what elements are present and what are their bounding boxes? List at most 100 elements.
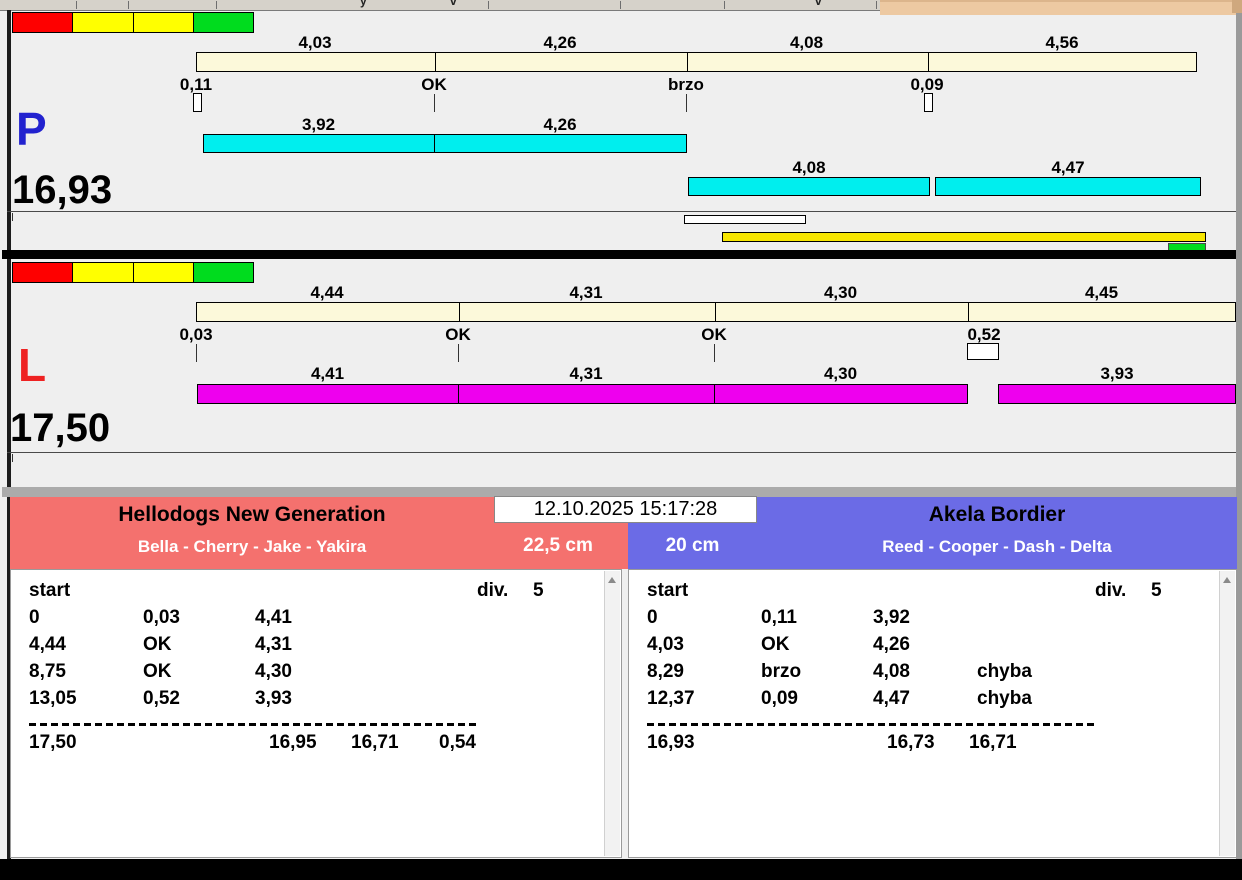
fault-gap-box — [924, 93, 933, 112]
toolbar-divider — [724, 1, 725, 9]
gap-value: 0,09 — [761, 688, 798, 709]
start-label: start — [647, 580, 689, 601]
run-time: 4,08 — [873, 661, 910, 682]
run-time-label: 4,26 — [543, 115, 577, 134]
table-separator — [647, 723, 1095, 726]
table-totals-row: 16,93 16,73 16,71 — [639, 732, 1216, 759]
split-divider — [928, 53, 929, 71]
best-time: 16,71 — [351, 732, 399, 753]
run-time-label: 3,92 — [301, 115, 336, 134]
lane-p-baseline — [7, 211, 1236, 212]
split-time-label: 4,44 — [310, 283, 344, 302]
run-time-label: 4,31 — [569, 364, 603, 383]
gap-value: 0,52 — [143, 688, 180, 709]
run-time: 4,31 — [255, 634, 292, 655]
table-row: 12,37 0,09 4,47 chyba — [639, 688, 1216, 715]
team-left-results-area[interactable]: start div. 5 0 0,03 4,41 4,44 OK 4,31 8,… — [10, 569, 622, 858]
scrollbar[interactable] — [604, 571, 620, 856]
crossing-time: 8,29 — [647, 661, 684, 682]
lane-l-baseline — [7, 452, 1236, 453]
split-time-label: 4,45 — [1084, 283, 1119, 302]
gap-value: brzo — [761, 661, 802, 682]
division-value: 5 — [533, 580, 544, 601]
team-right-height: 20 cm — [665, 535, 720, 556]
rerun-yellow-bar — [722, 232, 1206, 242]
lane-l-run-bar — [998, 384, 1236, 404]
lane-divider — [2, 250, 1236, 259]
crossing-time: 8,75 — [29, 661, 66, 682]
lane-p-split-bar — [196, 52, 1197, 72]
team-left-dogs: Bella - Cherry - Jake - Yakira — [137, 537, 367, 556]
split-divider — [715, 303, 716, 321]
traffic-yellow — [133, 263, 194, 282]
lane-l-letter: L — [18, 339, 47, 391]
scroll-up-icon[interactable] — [1221, 573, 1233, 587]
gap-value: 0,11 — [761, 607, 797, 628]
run-time-label: 4,47 — [1051, 158, 1085, 177]
lane-p-run-bar — [434, 134, 687, 153]
split-time-label: 4,26 — [543, 33, 577, 52]
team-left-height: 22,5 cm — [523, 535, 593, 556]
scrollbar[interactable] — [1219, 571, 1235, 856]
run-time-label: 3,93 — [1100, 364, 1134, 383]
split-divider — [435, 53, 436, 71]
lane-l-split-bar — [196, 302, 1236, 322]
table-header-row: start div. 5 — [21, 580, 601, 607]
crossing-label: 0,11 — [179, 75, 213, 94]
team-right-results-area[interactable]: start div. 5 0 0,11 3,92 4,03 OK 4,26 8,… — [628, 569, 1237, 858]
lane-l-run-bar — [458, 384, 715, 404]
lane-l-total-time: 17,50 — [10, 406, 111, 450]
left-edge-tick — [12, 213, 13, 221]
team-left-name: Hellodogs New Generation — [118, 503, 386, 526]
chevron-down-icon: v — [815, 0, 822, 8]
lane-l-run-bar — [197, 384, 459, 404]
crossing-time: 12,37 — [647, 688, 695, 709]
toolbar-divider — [876, 1, 877, 9]
crossing-label: OK — [421, 75, 447, 94]
run-time-label: 4,08 — [792, 158, 826, 177]
crossing-time: 0 — [29, 607, 40, 628]
run-time-label: 4,30 — [823, 364, 858, 383]
lane-p-letter: P — [16, 103, 47, 155]
fault-gap-box — [967, 343, 999, 360]
total-time: 16,93 — [647, 732, 695, 753]
toolbar-divider — [216, 1, 217, 9]
traffic-yellow — [133, 13, 194, 32]
lane-p-traffic-light — [12, 12, 254, 33]
scroll-up-icon[interactable] — [606, 573, 618, 587]
lane-l-run-bar — [714, 384, 968, 404]
run-time: 4,26 — [873, 634, 910, 655]
split-time-label: 4,31 — [569, 283, 603, 302]
team-right-results-table: start div. 5 0 0,11 3,92 4,03 OK 4,26 8,… — [639, 580, 1216, 853]
split-time-label: 4,03 — [298, 33, 332, 52]
table-row: 4,44 OK 4,31 — [21, 634, 601, 661]
crossing-label: OK — [701, 325, 727, 344]
crossing-tick — [714, 344, 715, 362]
lane-l-traffic-light — [12, 262, 254, 283]
traffic-yellow — [73, 263, 134, 282]
rerun-white-bar — [684, 215, 806, 224]
run-time: 4,41 — [255, 607, 292, 628]
division-label: div. — [1095, 580, 1127, 601]
diff-time: 0,54 — [439, 732, 476, 753]
split-divider — [968, 303, 969, 321]
table-row: 0 0,03 4,41 — [21, 607, 601, 634]
run-time: 4,30 — [255, 661, 292, 682]
table-row: 8,75 OK 4,30 — [21, 661, 601, 688]
toolbar-divider — [128, 1, 129, 9]
run-time: 3,93 — [255, 688, 292, 709]
toolbar-divider — [488, 1, 489, 9]
toolbar-strip[interactable]: y v v — [0, 0, 880, 11]
left-edge-tick — [12, 454, 13, 462]
crossing-tick — [196, 344, 197, 362]
lane-p-total-time: 16,93 — [12, 168, 113, 212]
chevron-down-icon: v — [450, 0, 457, 8]
table-row: 0 0,11 3,92 — [639, 607, 1216, 634]
titlebar-remnant — [880, 0, 1242, 15]
timing-app-window: y v v 4,03 4,26 4,08 4,56 0,11 OK brzo 0… — [0, 0, 1242, 880]
toolbar-divider — [620, 1, 621, 9]
datetime-display: 12.10.2025 15:17:28 — [494, 496, 757, 523]
crossing-tick — [458, 344, 459, 362]
crossing-label: brzo — [668, 75, 704, 94]
bottom-black-strip — [0, 859, 1242, 880]
